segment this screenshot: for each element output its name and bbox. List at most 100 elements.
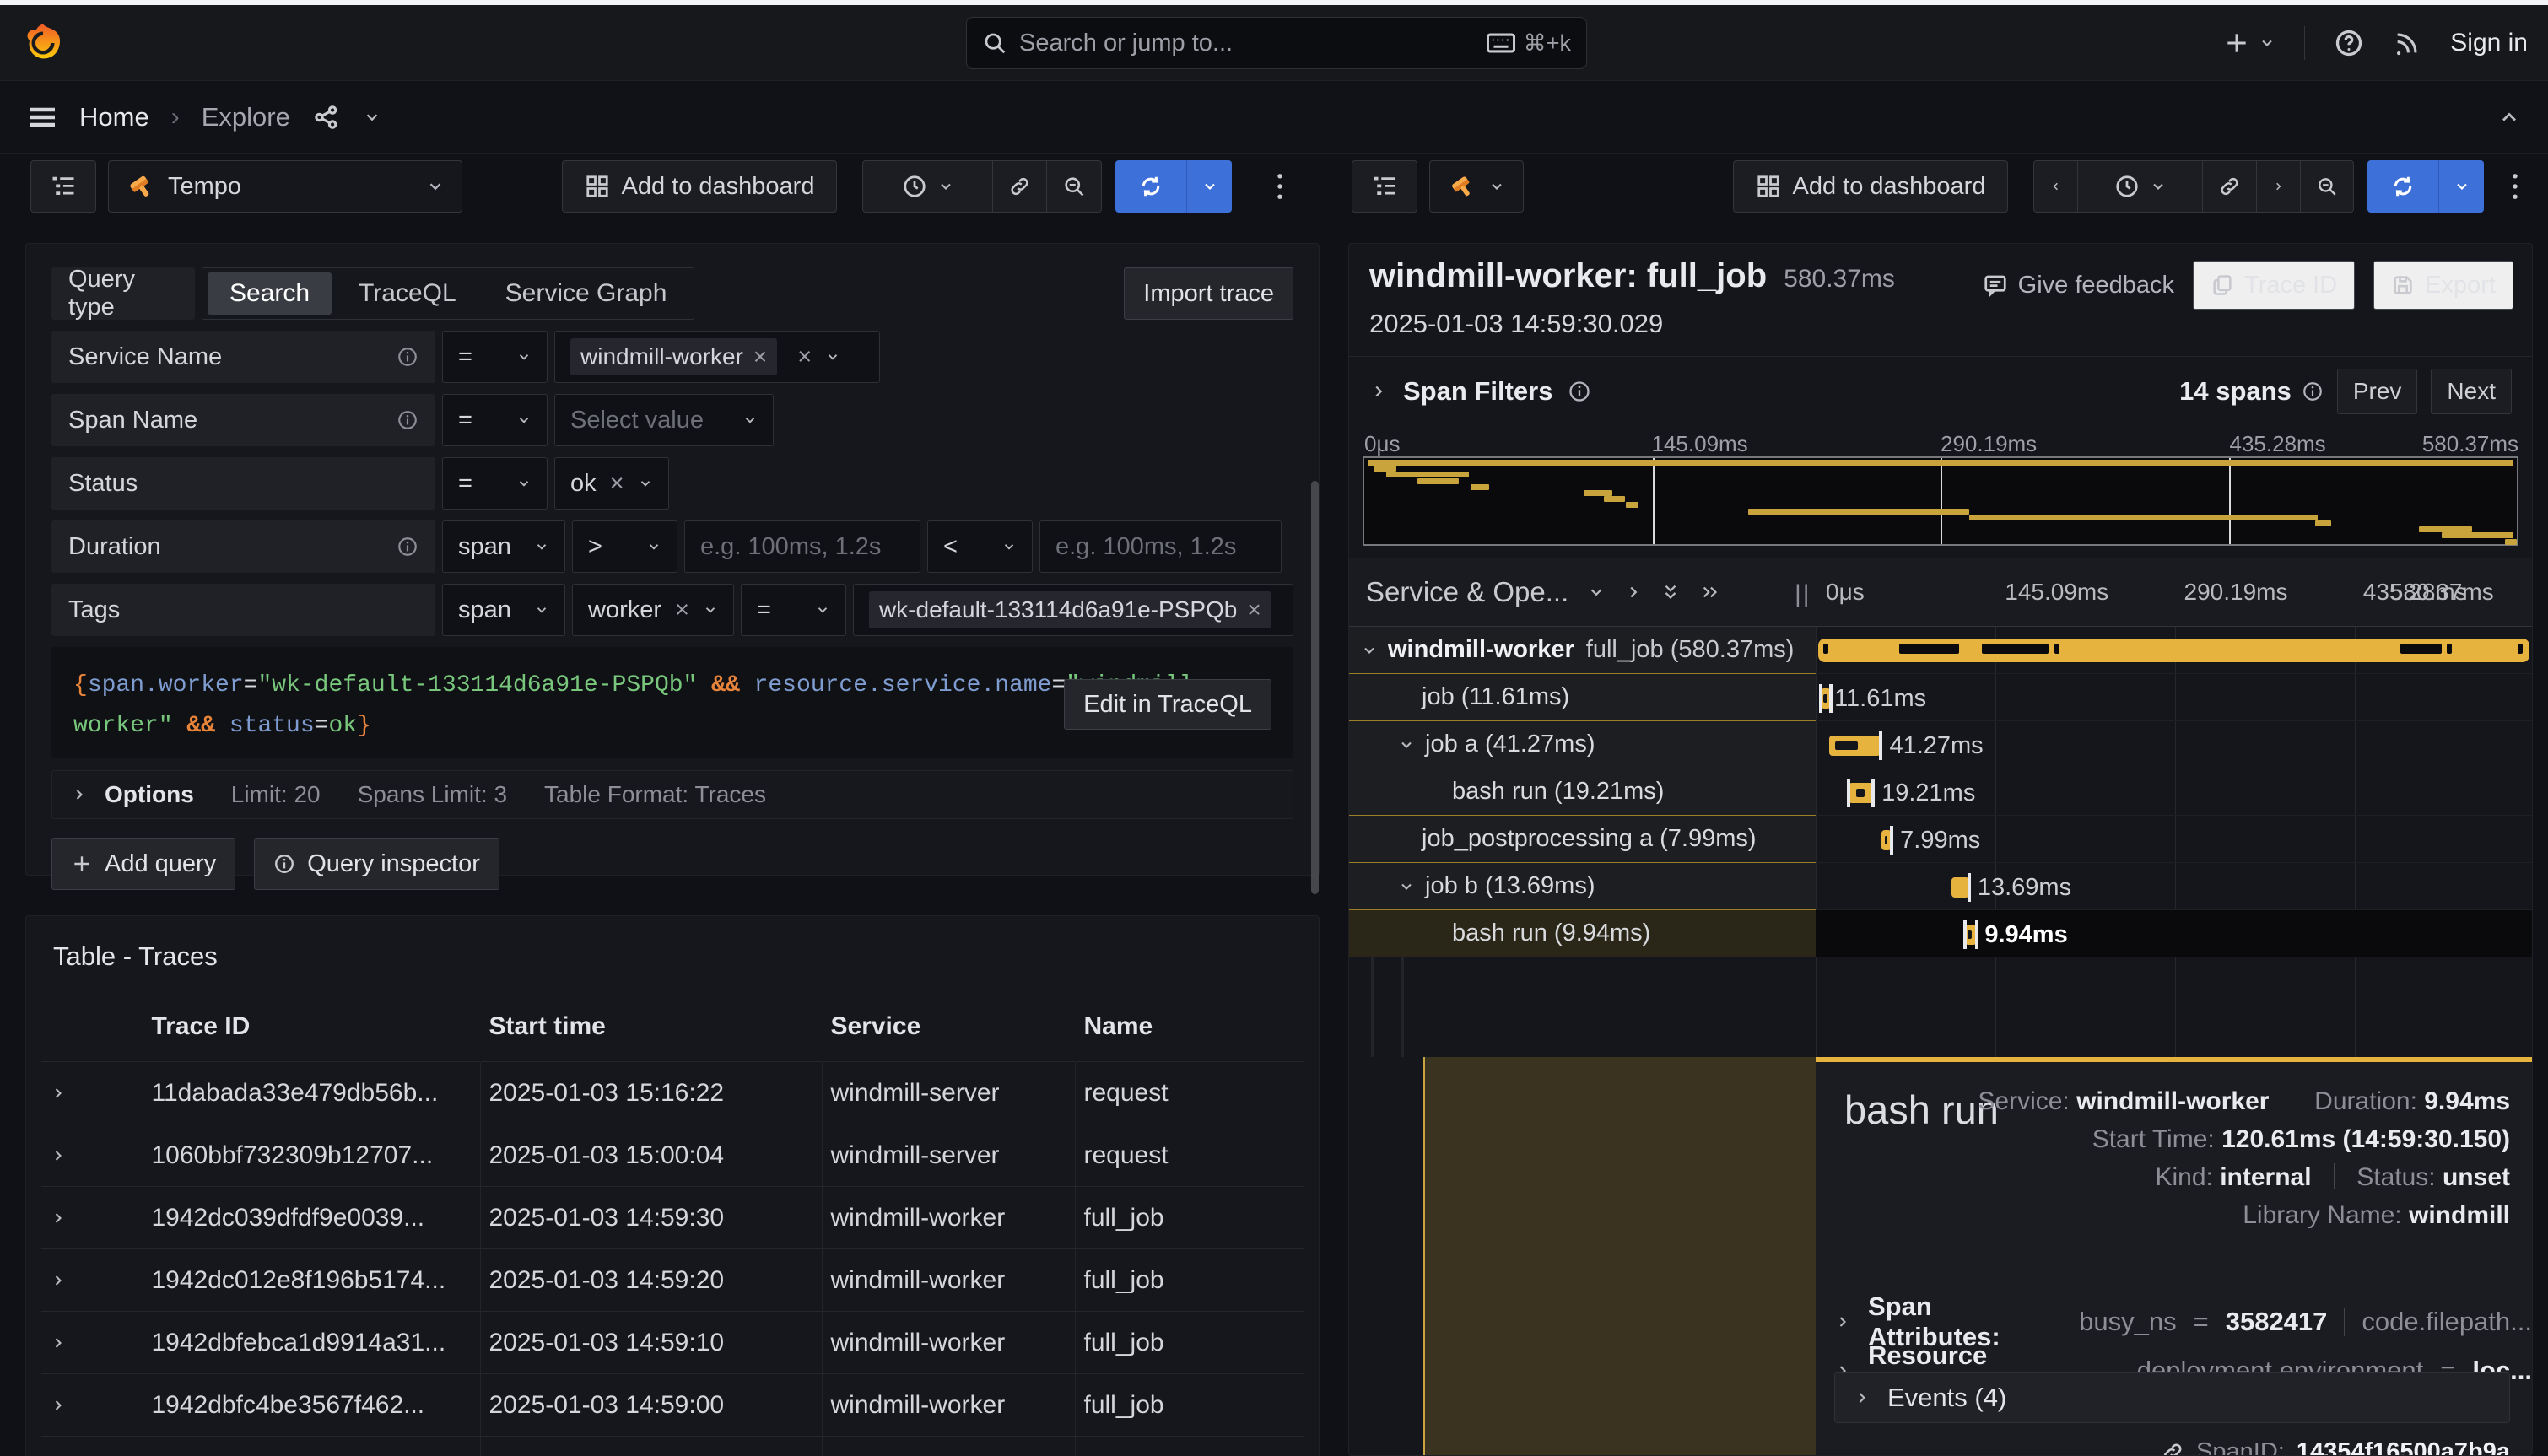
run-query-button[interactable] bbox=[1115, 160, 1186, 213]
right-datasource-picker[interactable] bbox=[1429, 160, 1524, 213]
table-row[interactable]: 11dabada33e479db56b...2025-01-03 15:16:2… bbox=[41, 1062, 1304, 1124]
expand-chevron-icon[interactable] bbox=[1854, 1389, 1871, 1406]
add-to-dashboard-button[interactable]: Add to dashboard bbox=[562, 160, 837, 213]
span-bar[interactable] bbox=[1829, 736, 1881, 756]
share-icon[interactable] bbox=[312, 103, 341, 132]
trace-id-button[interactable]: Trace ID bbox=[2193, 261, 2355, 310]
link-split-button[interactable] bbox=[993, 161, 1047, 212]
breadcrumb-chevron-down-icon[interactable] bbox=[363, 108, 381, 127]
options-row[interactable]: Options Limit: 20 Spans Limit: 3 Table F… bbox=[51, 770, 1293, 819]
events-row[interactable]: Events (4) bbox=[1834, 1372, 2510, 1423]
trace-minimap[interactable] bbox=[1363, 456, 2518, 546]
span-bar[interactable] bbox=[1965, 925, 1978, 945]
news-rss-icon[interactable] bbox=[2393, 29, 2421, 57]
span-row-full-job[interactable]: windmill-worker full_job (580.37ms) bbox=[1349, 627, 2532, 674]
breadcrumb-home[interactable]: Home bbox=[79, 102, 149, 132]
span-bar[interactable] bbox=[1881, 830, 1892, 850]
tag-key-clear-icon[interactable]: × bbox=[675, 596, 689, 624]
query-inspector-button[interactable]: Query inspector bbox=[254, 838, 499, 890]
table-row[interactable]: 1060bbf732309b12707...2025-01-03 15:00:0… bbox=[41, 1124, 1304, 1187]
status-clear-icon[interactable]: × bbox=[610, 470, 624, 498]
search-input[interactable]: Search or jump to... ⌘+k bbox=[966, 17, 1587, 69]
link-split-button[interactable] bbox=[2203, 161, 2257, 212]
next-span-button[interactable]: Next bbox=[2431, 369, 2512, 414]
status-operator-select[interactable]: = bbox=[442, 457, 548, 510]
right-kebab-menu-icon[interactable] bbox=[2501, 170, 2529, 202]
give-feedback-link[interactable]: Give feedback bbox=[1983, 272, 2174, 299]
table-row[interactable]: 1942dc039dfdf9e0039...2025-01-03 14:59:3… bbox=[41, 1187, 1304, 1249]
table-row[interactable]: 1942dbfc4be3567f462...2025-01-03 14:59:0… bbox=[41, 1374, 1304, 1437]
run-query-interval-chevron[interactable] bbox=[1186, 160, 1232, 213]
service-operation-header[interactable]: Service & Ope... bbox=[1366, 576, 1568, 608]
query-outline-button[interactable] bbox=[30, 160, 96, 213]
chip-remove-icon[interactable]: × bbox=[1247, 596, 1261, 623]
prev-span-button[interactable]: Prev bbox=[2337, 369, 2418, 414]
span-filters-label[interactable]: Span Filters bbox=[1403, 376, 1552, 407]
tab-service-graph[interactable]: Service Graph bbox=[483, 272, 689, 315]
span-filters-chevron-icon[interactable] bbox=[1369, 382, 1388, 401]
expand-all-icon[interactable] bbox=[1698, 583, 1722, 601]
span-row-job-b[interactable]: job b (13.69ms) 13.69ms bbox=[1349, 863, 2532, 910]
service-name-value-select[interactable]: windmill-worker × × bbox=[554, 331, 880, 383]
export-button[interactable]: Export bbox=[2373, 261, 2513, 310]
span-row-job[interactable]: job (11.61ms) 11.61ms bbox=[1349, 674, 2532, 721]
datasource-picker[interactable]: Tempo bbox=[108, 160, 462, 213]
span-bar[interactable] bbox=[1951, 877, 1968, 898]
tag-key-select[interactable]: worker × bbox=[572, 584, 734, 636]
sign-in-link[interactable]: Sign in bbox=[2450, 29, 2528, 57]
col-trace-id[interactable]: Trace ID bbox=[143, 1000, 480, 1062]
zoom-out-button[interactable] bbox=[2301, 161, 2353, 212]
tab-search[interactable]: Search bbox=[208, 272, 332, 315]
link-icon[interactable] bbox=[2161, 1441, 2184, 1456]
tag-value-select[interactable]: wk-default-133114d6a91e-PSPQb × bbox=[853, 584, 1293, 636]
new-item-dropdown[interactable] bbox=[2223, 30, 2275, 57]
span-bar[interactable] bbox=[1821, 688, 1831, 709]
edit-in-traceql-button[interactable]: Edit in TraceQL bbox=[1064, 679, 1271, 730]
grafana-logo[interactable] bbox=[20, 20, 66, 66]
table-row[interactable]: 1942dbfebca1d9914a31...2025-01-03 14:59:… bbox=[41, 1312, 1304, 1374]
duration-gt-select[interactable]: > bbox=[572, 520, 677, 573]
collapse-all-icon[interactable] bbox=[1661, 580, 1680, 604]
time-shift-forward-button[interactable] bbox=[2257, 161, 2301, 212]
row-collapse-icon[interactable] bbox=[1361, 642, 1378, 659]
row-collapse-icon[interactable] bbox=[1398, 736, 1415, 753]
status-value-select[interactable]: ok × bbox=[554, 457, 669, 510]
service-name-chip[interactable]: windmill-worker × bbox=[570, 338, 777, 375]
duration-scope-select[interactable]: span bbox=[442, 520, 565, 573]
menu-hamburger-icon[interactable] bbox=[27, 105, 57, 130]
span-row-job-a[interactable]: job a (41.27ms) 41.27ms bbox=[1349, 721, 2532, 768]
time-range-picker[interactable] bbox=[2078, 161, 2203, 212]
span-name-value-select[interactable]: Select value bbox=[554, 394, 774, 446]
span-bar[interactable] bbox=[1849, 783, 1873, 803]
tab-traceql[interactable]: TraceQL bbox=[337, 272, 478, 315]
add-query-button[interactable]: Add query bbox=[51, 838, 235, 890]
expand-chevron-icon[interactable] bbox=[1834, 1313, 1851, 1330]
col-start-time[interactable]: Start time bbox=[480, 1000, 822, 1062]
clear-all-icon[interactable]: × bbox=[797, 343, 812, 371]
left-kebab-menu-icon[interactable] bbox=[1266, 170, 1294, 202]
service-name-operator-select[interactable]: = bbox=[442, 331, 548, 383]
run-query-interval-chevron[interactable] bbox=[2438, 160, 2484, 213]
import-trace-button[interactable]: Import trace bbox=[1124, 267, 1293, 320]
col-service[interactable]: Service bbox=[822, 1000, 1075, 1062]
collapse-chevron-up-icon[interactable] bbox=[2497, 105, 2521, 129]
time-shift-back-button[interactable] bbox=[2034, 161, 2078, 212]
span-row-job-postprocessing-a[interactable]: job_postprocessing a (7.99ms) 7.99ms bbox=[1349, 816, 2532, 863]
span-name-operator-select[interactable]: = bbox=[442, 394, 548, 446]
expand-row-icon[interactable] bbox=[1624, 583, 1643, 601]
span-bar[interactable] bbox=[1818, 639, 2530, 662]
table-row[interactable]: 1942dbf9d9fa6108d0d1...2025-01-03 14:58:… bbox=[41, 1437, 1304, 1456]
col-name[interactable]: Name bbox=[1075, 1000, 1304, 1062]
column-resize-handle[interactable]: || bbox=[1795, 580, 1811, 609]
span-row-bash-run-a[interactable]: bash run (19.21ms) 19.21ms bbox=[1349, 768, 2532, 816]
duration-max-input[interactable]: e.g. 100ms, 1.2s bbox=[1039, 520, 1282, 573]
tag-value-chip[interactable]: wk-default-133114d6a91e-PSPQb × bbox=[869, 591, 1271, 628]
time-range-picker[interactable] bbox=[863, 161, 993, 212]
tag-operator-select[interactable]: = bbox=[741, 584, 846, 636]
add-to-dashboard-button[interactable]: Add to dashboard bbox=[1733, 160, 2008, 213]
left-pane-scrollbar[interactable] bbox=[1311, 481, 1319, 894]
zoom-out-button[interactable] bbox=[1047, 161, 1101, 212]
table-row[interactable]: 1942dc012e8f196b5174...2025-01-03 14:59:… bbox=[41, 1249, 1304, 1312]
run-query-button[interactable] bbox=[2367, 160, 2438, 213]
span-row-bash-run-selected[interactable]: bash run (9.94ms) 9.94ms bbox=[1349, 910, 2532, 957]
